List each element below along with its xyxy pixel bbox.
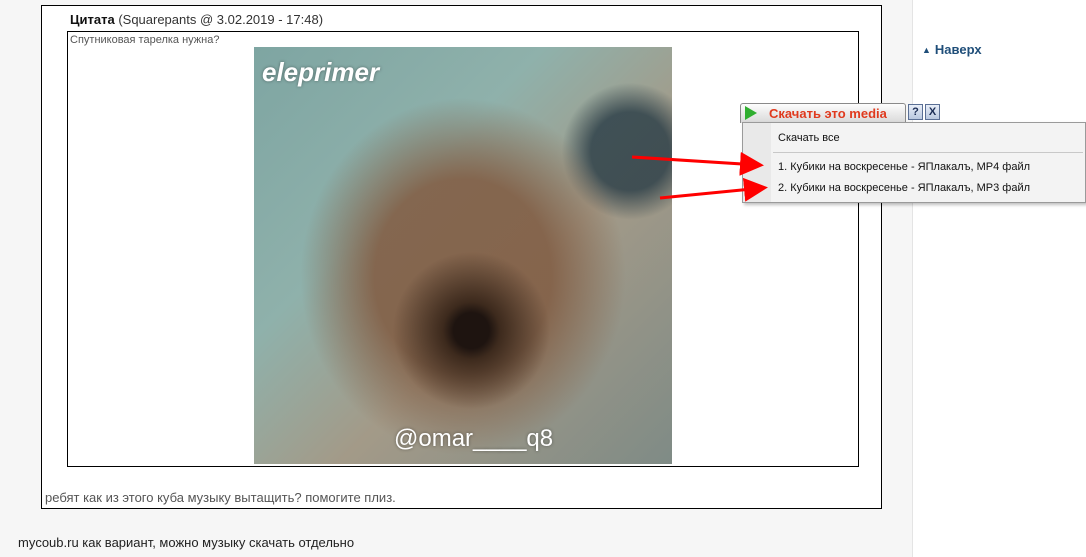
arrow-to-mp4 [631, 151, 764, 176]
annotation-arrows [631, 151, 768, 202]
arrow-to-mp3 [659, 177, 768, 202]
